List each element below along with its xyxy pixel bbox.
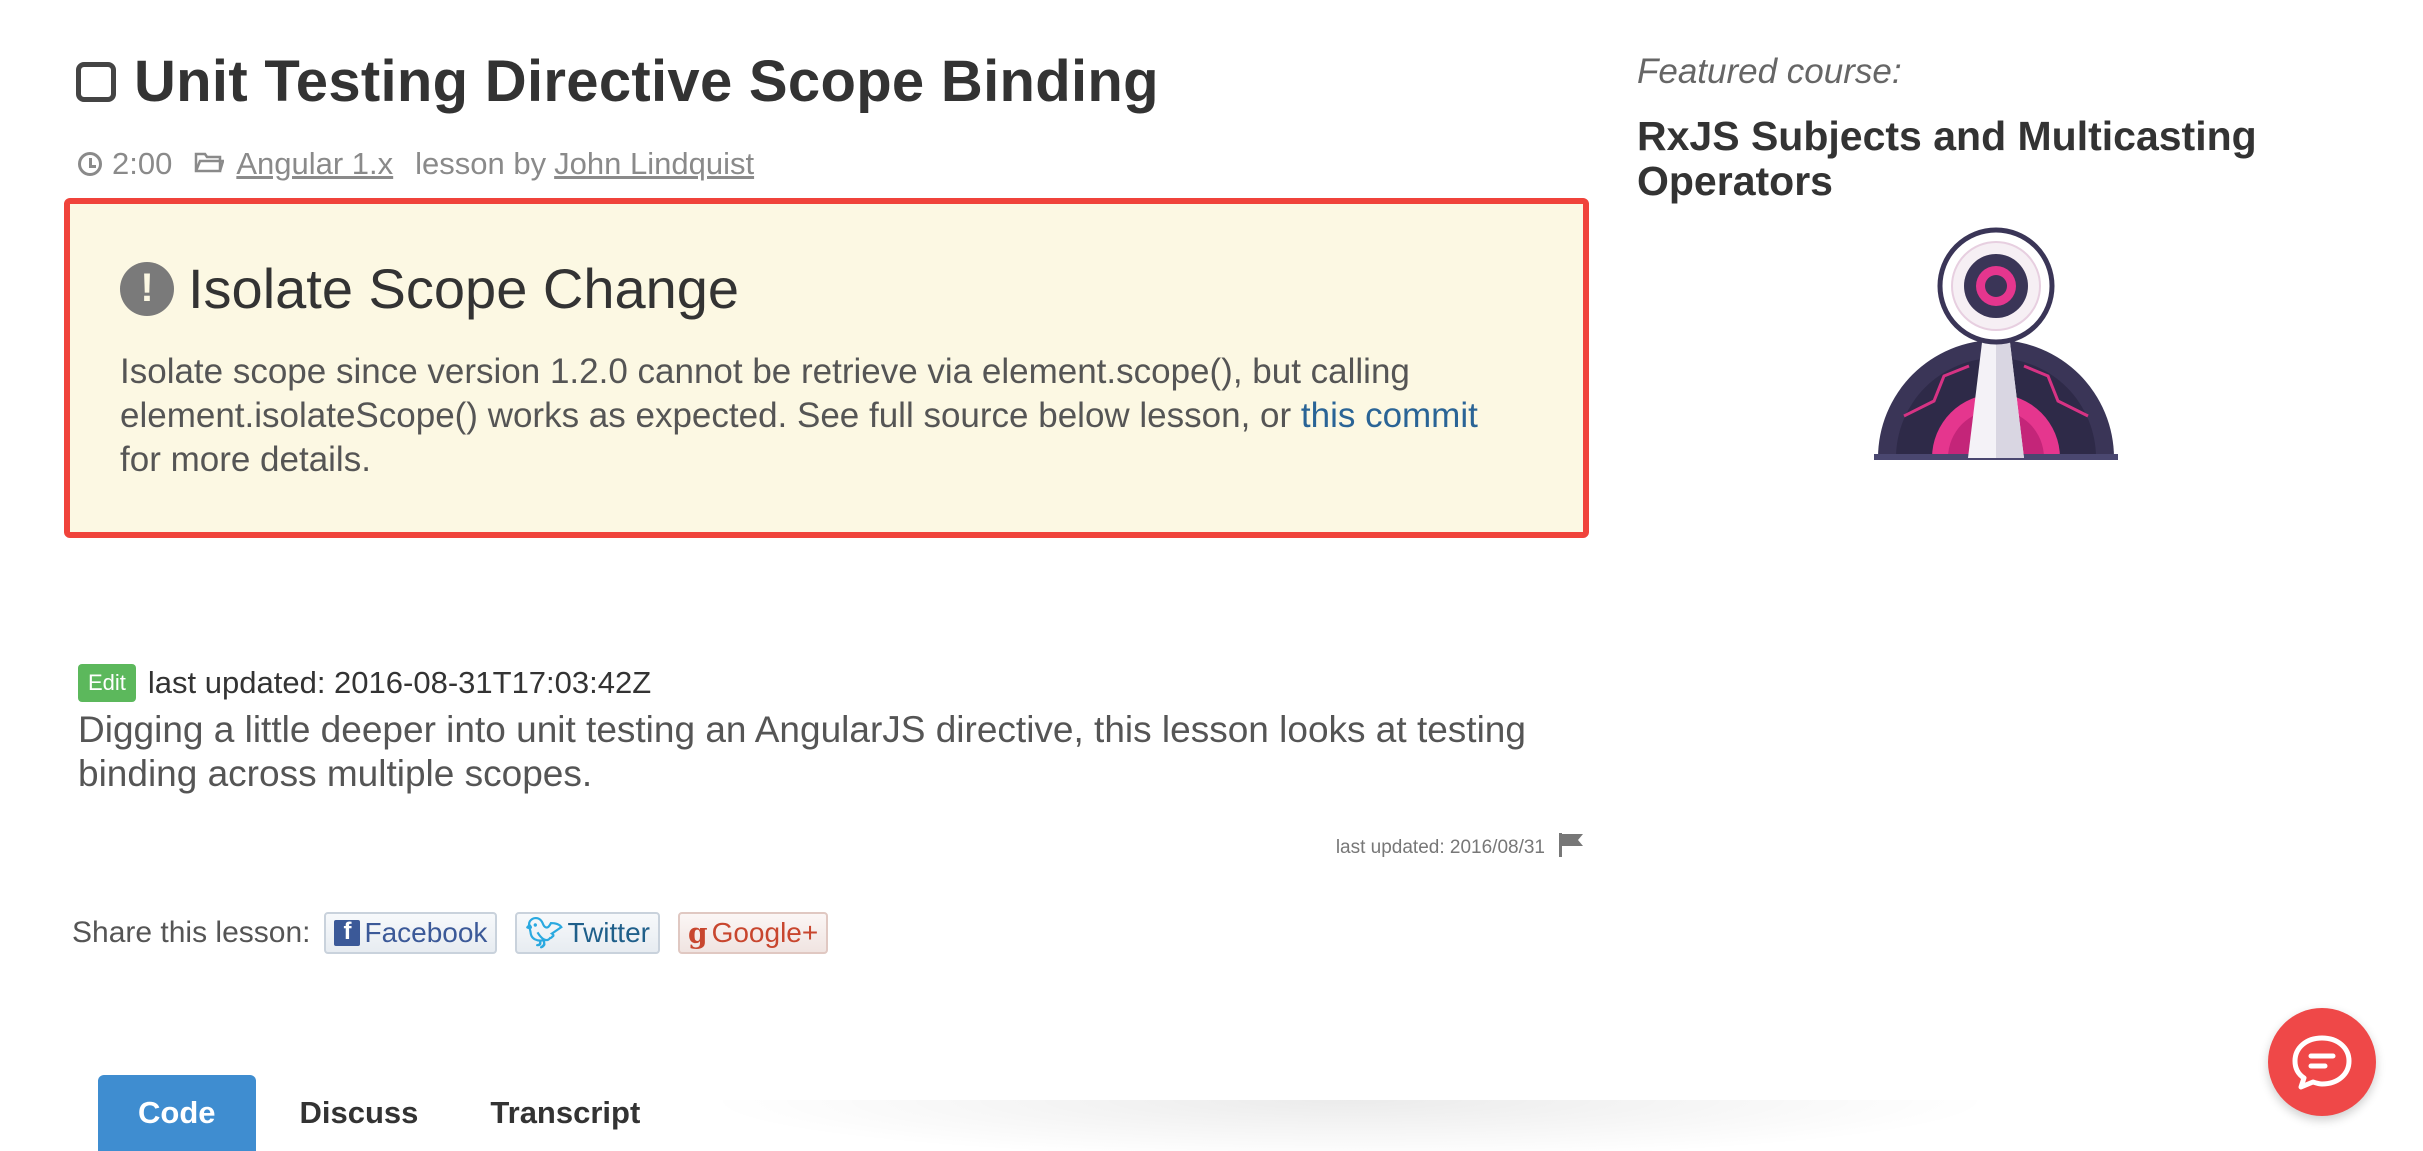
lesson-meta: 2:00 Angular 1.x lesson by John Lindquis… [78,146,754,182]
page-title: Unit Testing Directive Scope Binding [134,49,1159,114]
category-link[interactable]: Angular 1.x [236,146,393,182]
twitter-label: Twitter [567,917,650,948]
alert-body: Isolate scope since version 1.2.0 cannot… [120,350,1520,482]
facebook-label: Facebook [364,917,488,948]
share-label: Share this lesson: [72,916,311,949]
alert-heading-row: ! Isolate Scope Change [120,256,739,321]
clock-icon [78,152,102,176]
edit-button[interactable]: Edit [78,664,136,702]
alert-body-text: Isolate scope since version 1.2.0 cannot… [120,352,1410,435]
lesson-duration: 2:00 [112,146,173,181]
share-google-button[interactable]: g Google+ [678,912,829,954]
tab-code[interactable]: Code [98,1075,256,1151]
lesson-tabs: Code Discuss Transcript [98,1075,676,1151]
last-updated-timestamp: last updated: 2016-08-31T17:03:42Z [147,665,652,700]
exclamation-icon: ! [120,261,174,316]
checkbox-icon[interactable] [76,61,116,102]
alert-body-tail: for more details. [120,440,371,479]
last-updated-row: last updated: 2016/08/31 [1336,832,1585,864]
commit-link[interactable]: this commit [1301,396,1478,435]
share-twitter-button[interactable]: 🐦︎ Twitter [515,912,660,954]
isolate-scope-alert: ! Isolate Scope Change Isolate scope sin… [64,198,1589,538]
edit-row: Edit last updated: 2016-08-31T17:03:42Z [78,664,651,702]
last-updated-short: last updated: 2016/08/31 [1335,837,1545,858]
share-row: Share this lesson: f Facebook 🐦︎ Twitter… [72,912,846,954]
chat-icon [2292,1035,2352,1090]
lesson-description: Digging a little deeper into unit testin… [78,709,1526,794]
alert-heading: Isolate Scope Change [188,257,740,320]
google-icon: g [688,916,708,950]
tab-discuss[interactable]: Discuss [264,1075,455,1151]
flag-icon[interactable] [1557,832,1585,864]
featured-course-title[interactable]: RxJS Subjects and Multicasting Operators [1637,114,2357,204]
tab-divider-shadow [700,1100,2000,1151]
author-link[interactable]: John Lindquist [554,146,754,182]
facebook-icon: f [334,918,361,946]
chat-button[interactable] [2268,1008,2376,1116]
share-facebook-button[interactable]: f Facebook [324,912,498,954]
folder-icon [194,146,226,182]
featured-course-label: Featured course: [1637,52,1902,91]
title-row: Unit Testing Directive Scope Binding [76,48,1159,115]
tab-transcript[interactable]: Transcript [454,1075,676,1151]
google-label: Google+ [711,917,819,948]
twitter-icon: 🐦︎ [525,916,564,950]
lesson-by-text: lesson by [415,146,547,181]
course-illustration[interactable] [1874,226,2118,462]
lesson-page: Unit Testing Directive Scope Binding 2:0… [0,0,2423,1151]
